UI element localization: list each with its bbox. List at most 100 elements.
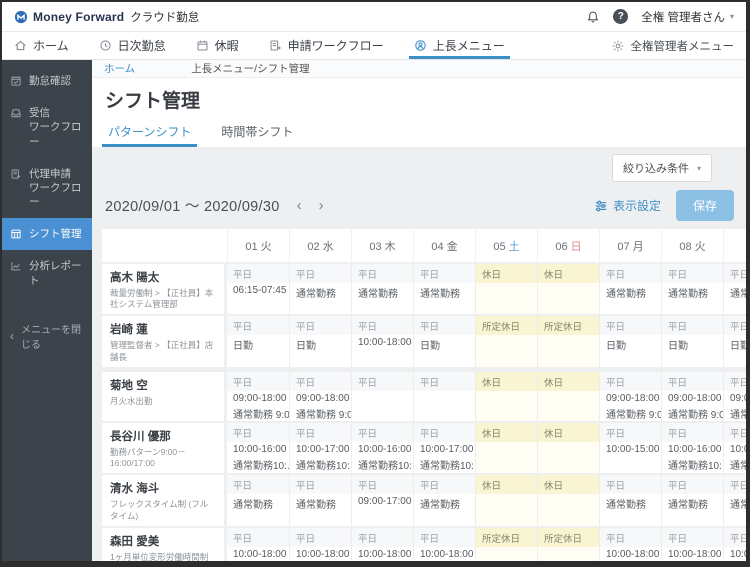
shift-cell[interactable]: 平日10:00-17:00 通常勤務10:… bbox=[289, 422, 351, 474]
shift-cell[interactable]: 平日10:00-18:00 bbox=[351, 316, 413, 367]
shift-cell[interactable]: 休日 bbox=[537, 371, 599, 421]
prev-period-button[interactable]: ‹ bbox=[297, 198, 302, 213]
shift-cell[interactable]: 休日 bbox=[475, 371, 537, 421]
shift-cell[interactable]: 平日10:00-18:00 bbox=[413, 527, 475, 561]
nav-item-vacation[interactable]: 休暇 bbox=[196, 32, 239, 59]
breadcrumb-home-link[interactable]: ホーム bbox=[104, 61, 135, 76]
shift-cell[interactable]: 平日日勤 bbox=[227, 316, 289, 367]
shift-cell[interactable]: 平日通常勤務 bbox=[351, 264, 413, 315]
nav-item-daily-attendance[interactable]: 日次勤怠 bbox=[99, 32, 166, 59]
sidebar-item-proxy-request-workflow[interactable]: 代理申請 ワークフロー bbox=[2, 158, 92, 219]
tab-time-slot-shift[interactable]: 時間帯シフト bbox=[218, 120, 296, 147]
shift-table-body: 高木 陽太 裁量労働制 > 【正社員】本社システム管理部 平日 06:15-07:45… bbox=[102, 264, 746, 561]
shift-cell[interactable]: 休日 bbox=[537, 422, 599, 474]
shift-cell[interactable]: 所定休日 bbox=[537, 316, 599, 367]
nav-item-supervisor-menu[interactable]: 上長メニュー bbox=[408, 32, 510, 59]
sliders-icon bbox=[594, 199, 608, 213]
shift-cell[interactable]: 平日09:00-18:00 通常勤務 9:0… bbox=[599, 371, 661, 421]
user-menu[interactable]: 全権 管理者さん ▾ bbox=[641, 9, 734, 25]
shift-cell[interactable]: 平日10:00-16:00 通常勤務10:… bbox=[723, 422, 746, 474]
main-content: ホーム 上長メニュー/シフト管理 シフト管理 パターンシフト 時間帯シフト 絞り込… bbox=[92, 60, 746, 561]
app-window: Money Forward クラウド勤怠 ? 全権 管理者さん ▾ ホーム 日次勤… bbox=[0, 0, 750, 567]
inbox-icon bbox=[10, 107, 23, 119]
shift-cell[interactable]: 休日 bbox=[475, 264, 537, 315]
shift-cell[interactable]: 平日通常勤務 bbox=[289, 475, 351, 526]
shift-cell[interactable]: 平日日勤 bbox=[413, 316, 475, 367]
sidebar-item-attendance-check[interactable]: 勤怠確認 bbox=[2, 65, 92, 97]
shift-cell[interactable]: 平日09:00-18:00 通常勤務 9:0… bbox=[723, 371, 746, 421]
column-header: 07 月 bbox=[599, 229, 661, 262]
shift-cell[interactable]: 平日通常勤務 bbox=[227, 475, 289, 526]
shift-cell[interactable]: 平日10:00-18:00 bbox=[227, 527, 289, 561]
shift-cell[interactable]: 平日10:00-18:00 bbox=[351, 527, 413, 561]
shift-cell[interactable]: 平日 10:00-15:00 bbox=[599, 422, 661, 474]
shift-cell[interactable]: 平日10:00-16:00 通常勤務10:… bbox=[351, 422, 413, 474]
tab-pattern-shift[interactable]: パターンシフト bbox=[101, 120, 198, 147]
nav-item-request-workflow[interactable]: 申請ワークフロー bbox=[269, 32, 384, 59]
sidebar-item-analysis-report[interactable]: 分析レポート bbox=[2, 250, 92, 296]
sidebar-item-line: 受信 bbox=[29, 107, 50, 120]
employee-work-pattern: 裁量労働制 > 【正社員】本社システム管理部 bbox=[110, 288, 214, 310]
column-dow: 火 bbox=[694, 241, 706, 253]
day-type-label: 平日 bbox=[662, 371, 723, 391]
admin-menu-button[interactable]: 全権管理者メニュー bbox=[611, 32, 735, 59]
shift-cell[interactable]: 平日通常勤務 bbox=[661, 264, 723, 315]
shift-cell[interactable]: 休日 bbox=[475, 475, 537, 526]
shift-cell[interactable]: 所定休日 bbox=[475, 316, 537, 367]
shift-cell[interactable]: 平日日勤 bbox=[599, 316, 661, 367]
nav-item-home[interactable]: ホーム bbox=[14, 32, 69, 59]
shift-cell[interactable]: 平日通常勤務 bbox=[599, 475, 661, 526]
caret-down-icon: ▾ bbox=[696, 163, 701, 173]
shift-cell[interactable]: 平日 06:15-07:45 bbox=[227, 264, 289, 315]
sidebar-item-inbox-workflow[interactable]: 受信 ワークフロー bbox=[2, 97, 92, 158]
shift-cell[interactable]: 平日日勤 bbox=[289, 316, 351, 367]
shift-cell[interactable]: 平日09:00-18:00 通常勤務 9:0… bbox=[289, 371, 351, 421]
bell-icon[interactable] bbox=[586, 10, 600, 24]
save-button[interactable]: 保存 bbox=[675, 190, 734, 221]
shift-value: 通常勤務 bbox=[730, 289, 746, 300]
shift-cell[interactable]: 休日 bbox=[537, 475, 599, 526]
shift-cell[interactable]: 平日10:00-16:00 通常勤務10:… bbox=[227, 422, 289, 474]
shift-cell[interactable]: 平日通常勤務 bbox=[289, 264, 351, 315]
shift-cell[interactable]: 平日09:00-18:00 通常勤務 9:0… bbox=[227, 371, 289, 421]
shift-cell[interactable]: 平日通常勤務 bbox=[599, 264, 661, 315]
shift-cell[interactable]: 平日通常勤務 bbox=[723, 475, 746, 526]
shift-cell[interactable]: 平日日勤 bbox=[661, 316, 723, 367]
shift-cell[interactable]: 平日09:00-18:00 通常勤務 9:0… bbox=[661, 371, 723, 421]
day-type-label: 平日 bbox=[724, 371, 746, 391]
day-type-label: 平日 bbox=[414, 527, 475, 547]
shift-cell[interactable]: 平日10:00-18:00 bbox=[661, 527, 723, 561]
help-icon[interactable]: ? bbox=[613, 9, 629, 24]
shift-cell[interactable]: 平日10:00-16:00 通常勤務10:… bbox=[661, 422, 723, 474]
filter-conditions-button[interactable]: 絞り込み条件 ▾ bbox=[611, 154, 712, 182]
column-dow: 土 bbox=[508, 241, 520, 253]
shift-cell[interactable]: 所定休日 bbox=[537, 527, 599, 561]
shift-cell[interactable]: 平日通常勤務 bbox=[661, 475, 723, 526]
shift-cell[interactable]: 平日通常勤務 bbox=[413, 475, 475, 526]
shift-cell[interactable]: 所定休日 bbox=[475, 527, 537, 561]
shift-cell[interactable]: 平日10:00-18:00 bbox=[599, 527, 661, 561]
shift-cell[interactable]: 平日10:00-18:00 bbox=[289, 527, 351, 561]
shift-cell[interactable]: 平日 bbox=[351, 371, 413, 421]
shift-cell[interactable]: 平日10:00-17:00 通常勤務10:… bbox=[413, 422, 475, 474]
shift-cell[interactable]: 平日10:00-18:00 bbox=[723, 527, 746, 561]
shift-cell[interactable]: 平日日勤 bbox=[723, 316, 746, 367]
admin-menu-label: 全権管理者メニュー bbox=[630, 40, 735, 53]
sidebar-item-line: ワークフロー bbox=[29, 121, 82, 148]
shift-cell[interactable]: 平日 bbox=[413, 371, 475, 421]
close-menu-button[interactable]: ‹ メニューを閉じる bbox=[2, 313, 92, 359]
shift-cell[interactable]: 平日 09:00-17:00 bbox=[351, 475, 413, 526]
shift-cell[interactable]: 平日通常勤務 bbox=[413, 264, 475, 315]
sidebar-item-shift-management[interactable]: シフト管理 bbox=[2, 218, 92, 251]
logo[interactable]: Money Forward クラウド勤怠 bbox=[14, 9, 199, 25]
employee-work-pattern: 月火水出勤 bbox=[110, 395, 153, 406]
next-period-button[interactable]: › bbox=[319, 198, 324, 213]
day-type-label: 平日 bbox=[290, 371, 351, 391]
shift-value: 通常勤務10:… bbox=[296, 460, 351, 472]
shift-cell[interactable]: 休日 bbox=[475, 422, 537, 474]
display-settings-button[interactable]: 表示設定 bbox=[594, 197, 661, 214]
shift-cell[interactable]: 平日通常勤務 bbox=[723, 264, 746, 315]
employee-work-pattern: 管理監督者 > 【正社員】店舗長 bbox=[110, 340, 214, 362]
tab-bar: パターンシフト 時間帯シフト bbox=[92, 120, 746, 147]
shift-cell[interactable]: 休日 bbox=[537, 264, 599, 315]
